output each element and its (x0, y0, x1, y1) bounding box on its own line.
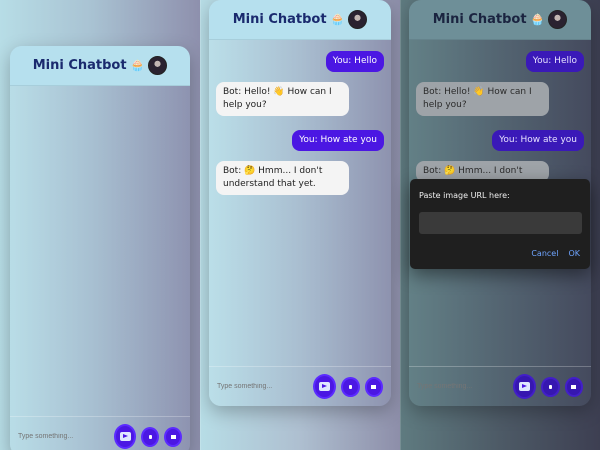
image-icon (571, 384, 577, 389)
mic-button[interactable] (341, 376, 360, 397)
user-message: You: Hello (325, 51, 384, 72)
chat-title: Mini Chatbot (432, 12, 527, 27)
image-url-dialog: Paste image URL here: Cancel OK (410, 179, 590, 269)
cupcake-icon: 🧁 (130, 59, 145, 72)
mic-icon (548, 384, 552, 389)
chat-window: Mini Chatbot 🧁 You: Hello Bot: Hello! 👋 … (209, 0, 391, 406)
dialog-prompt: Paste image URL here: (419, 191, 510, 200)
mic-button[interactable] (141, 426, 160, 447)
image-button[interactable] (364, 376, 383, 397)
mic-button[interactable] (541, 376, 560, 397)
cupcake-icon: 🧁 (330, 13, 345, 26)
bot-message: Bot: Hello! 👋 How can I help you? (416, 82, 549, 116)
chat-header: Mini Chatbot 🧁 (209, 0, 391, 40)
message-list: You: Hello Bot: Hello! 👋 How can I help … (209, 40, 391, 366)
mic-icon (348, 384, 352, 389)
send-icon (319, 382, 330, 391)
send-icon (519, 382, 530, 391)
bot-message: Bot: Hello! 👋 How can I help you? (216, 82, 349, 116)
ok-button[interactable]: OK (568, 249, 580, 258)
image-button[interactable] (564, 376, 583, 397)
send-button[interactable] (313, 374, 337, 399)
message-input[interactable] (217, 383, 308, 390)
cupcake-icon: 🧁 (530, 13, 545, 26)
avatar (548, 10, 568, 29)
message-input[interactable] (18, 433, 109, 440)
send-button[interactable] (114, 424, 137, 449)
image-icon (371, 384, 377, 389)
user-message: You: How ate you (292, 130, 384, 151)
mic-icon (148, 434, 152, 439)
dialog-actions: Cancel OK (531, 249, 580, 258)
chat-title: Mini Chatbot (232, 12, 327, 27)
image-url-input[interactable] (419, 212, 582, 234)
image-button[interactable] (164, 426, 182, 447)
send-icon (119, 432, 131, 441)
avatar (348, 10, 368, 29)
message-input[interactable] (417, 383, 508, 390)
cancel-button[interactable]: Cancel (531, 249, 558, 258)
input-bar (209, 366, 391, 406)
chat-header: Mini Chatbot 🧁 (409, 0, 591, 40)
send-button[interactable] (513, 374, 537, 399)
input-bar (409, 366, 591, 406)
panel-divider (200, 0, 201, 450)
chat-title: Mini Chatbot (32, 58, 127, 73)
bot-message: Bot: 🤔 Hmm... I don't understand that ye… (216, 161, 349, 195)
input-bar (10, 416, 190, 450)
avatar (148, 56, 168, 75)
chat-header: Mini Chatbot 🧁 (10, 46, 190, 86)
user-message: You: How ate you (492, 130, 584, 151)
message-list (10, 86, 190, 416)
panel-divider (400, 0, 401, 450)
screen-empty-chat: Mini Chatbot 🧁 (0, 0, 200, 450)
chat-window: Mini Chatbot 🧁 (10, 46, 190, 450)
screen-conversation: Mini Chatbot 🧁 You: Hello Bot: Hello! 👋 … (200, 0, 400, 450)
user-message: You: Hello (525, 51, 584, 72)
image-icon (170, 434, 176, 439)
